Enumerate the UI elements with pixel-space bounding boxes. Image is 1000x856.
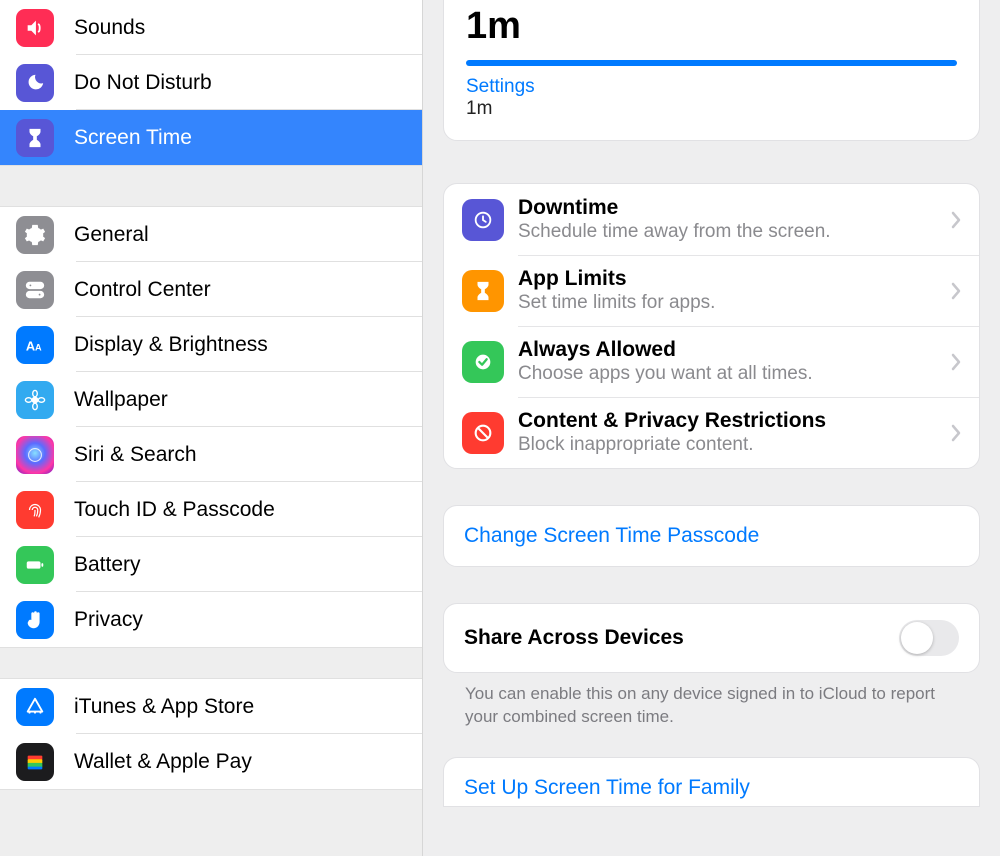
share-toggle[interactable]	[899, 620, 959, 656]
chevron-right-icon	[951, 211, 961, 229]
sidebar-label: Sounds	[74, 16, 145, 40]
sidebar-label: Control Center	[74, 278, 211, 302]
screentime-detail: 1m Settings 1m Downtime Schedule time aw…	[423, 0, 1000, 856]
sidebar-item-privacy[interactable]: Privacy	[0, 592, 422, 647]
sidebar-label: iTunes & App Store	[74, 695, 254, 719]
wallet-icon	[16, 743, 54, 781]
sidebar-item-general[interactable]: General	[0, 207, 422, 262]
sidebar-group-2: General Control Center AA Display & Brig…	[0, 206, 422, 648]
sidebar-item-controlcenter[interactable]: Control Center	[0, 262, 422, 317]
sidebar-item-siri[interactable]: Siri & Search	[0, 427, 422, 482]
gear-icon	[16, 216, 54, 254]
chevron-right-icon	[951, 282, 961, 300]
sidebar-item-itunes[interactable]: iTunes & App Store	[0, 679, 422, 734]
text-size-icon: AA	[16, 326, 54, 364]
change-passcode-link[interactable]: Change Screen Time Passcode	[444, 506, 979, 566]
hourglass-icon	[462, 270, 504, 312]
option-title: App Limits	[518, 267, 951, 291]
sidebar-label: General	[74, 223, 149, 247]
moon-icon	[16, 64, 54, 102]
sidebar-item-battery[interactable]: Battery	[0, 537, 422, 592]
chevron-right-icon	[951, 424, 961, 442]
hand-icon	[16, 601, 54, 639]
share-footer-note: You can enable this on any device signed…	[443, 673, 980, 729]
speaker-icon	[16, 9, 54, 47]
sidebar-group-1: Sounds Do Not Disturb Screen Time	[0, 0, 422, 166]
sidebar-label: Wallpaper	[74, 388, 168, 412]
sidebar-item-wallpaper[interactable]: Wallpaper	[0, 372, 422, 427]
svg-text:A: A	[26, 338, 35, 353]
sidebar-item-display[interactable]: AA Display & Brightness	[0, 317, 422, 372]
no-entry-icon	[462, 412, 504, 454]
option-sub: Set time limits for apps.	[518, 292, 951, 314]
usage-total: 1m	[466, 5, 957, 48]
share-across-devices-row: Share Across Devices	[444, 604, 979, 672]
screentime-options-card: Downtime Schedule time away from the scr…	[443, 183, 980, 469]
siri-icon	[16, 436, 54, 474]
sidebar-label: Display & Brightness	[74, 333, 268, 357]
sidebar-label: Wallet & Apple Pay	[74, 750, 252, 774]
option-downtime[interactable]: Downtime Schedule time away from the scr…	[444, 184, 979, 255]
sidebar-item-sounds[interactable]: Sounds	[0, 0, 422, 55]
switches-icon	[16, 271, 54, 309]
sidebar-label: Siri & Search	[74, 443, 197, 467]
option-sub: Block inappropriate content.	[518, 434, 951, 456]
option-sub: Schedule time away from the screen.	[518, 221, 951, 243]
sidebar-label: Battery	[74, 553, 141, 577]
option-restrictions[interactable]: Content & Privacy Restrictions Block ina…	[444, 397, 979, 468]
sidebar-group-3: iTunes & App Store Wallet & Apple Pay	[0, 678, 422, 790]
option-applimits[interactable]: App Limits Set time limits for apps.	[444, 255, 979, 326]
option-sub: Choose apps you want at all times.	[518, 363, 951, 385]
option-title: Always Allowed	[518, 338, 951, 362]
change-passcode-card: Change Screen Time Passcode	[443, 505, 980, 567]
sidebar-item-touchid[interactable]: Touch ID & Passcode	[0, 482, 422, 537]
usage-bar	[466, 60, 957, 66]
option-title: Content & Privacy Restrictions	[518, 409, 951, 433]
family-card: Set Up Screen Time for Family	[443, 757, 980, 807]
check-seal-icon	[462, 341, 504, 383]
battery-icon	[16, 546, 54, 584]
sidebar-label: Do Not Disturb	[74, 71, 212, 95]
usage-summary-card[interactable]: 1m Settings 1m	[443, 0, 980, 141]
sidebar-label: Touch ID & Passcode	[74, 498, 275, 522]
sidebar-item-dnd[interactable]: Do Not Disturb	[0, 55, 422, 110]
flower-icon	[16, 381, 54, 419]
option-alwaysallowed[interactable]: Always Allowed Choose apps you want at a…	[444, 326, 979, 397]
usage-category-time: 1m	[466, 98, 957, 120]
clock-icon	[462, 199, 504, 241]
option-title: Downtime	[518, 196, 951, 220]
fingerprint-icon	[16, 491, 54, 529]
share-label: Share Across Devices	[464, 626, 684, 650]
appstore-icon	[16, 688, 54, 726]
sidebar-label: Privacy	[74, 608, 143, 632]
sidebar-item-screentime[interactable]: Screen Time	[0, 110, 422, 165]
sidebar-label: Screen Time	[74, 126, 192, 150]
svg-text:A: A	[35, 342, 42, 352]
chevron-right-icon	[951, 353, 961, 371]
setup-family-link[interactable]: Set Up Screen Time for Family	[444, 758, 979, 806]
settings-sidebar: Sounds Do Not Disturb Screen Time Genera…	[0, 0, 423, 856]
usage-category-label: Settings	[466, 76, 957, 98]
share-across-devices-card: Share Across Devices	[443, 603, 980, 673]
hourglass-icon	[16, 119, 54, 157]
sidebar-item-wallet[interactable]: Wallet & Apple Pay	[0, 734, 422, 789]
